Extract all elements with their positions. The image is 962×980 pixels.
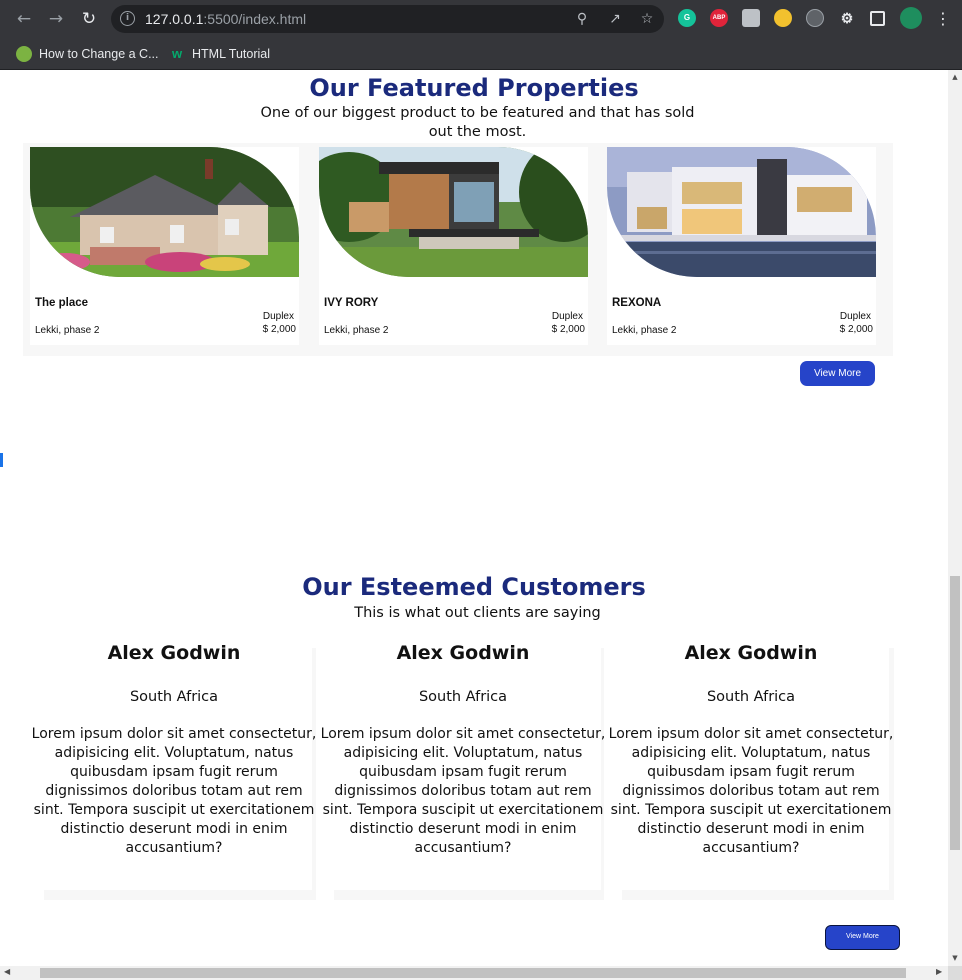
url-host: 127.0.0.1 <box>145 11 204 27</box>
scroll-down-icon[interactable]: ▼ <box>951 954 959 962</box>
customer-country: South Africa <box>706 689 796 705</box>
shield-extension-icon[interactable] <box>742 9 760 27</box>
scroll-left-icon[interactable]: ◀ <box>4 967 10 976</box>
property-price: $ 2,000 <box>262 324 296 335</box>
customer-name: Alex Godwin <box>684 642 818 664</box>
property-location: Lekki, phase 2 <box>324 325 389 336</box>
testimonial-text: Lorem ipsum dolor sit amet consectetur, … <box>31 726 317 856</box>
bookmark-star-icon[interactable]: ☆ <box>638 10 656 28</box>
site-info-icon[interactable]: i <box>120 11 135 26</box>
url-path: :5500/index.html <box>203 11 307 27</box>
customers-subtitle: This is what out clients are saying <box>354 605 601 621</box>
address-bar[interactable]: i 127.0.0.1:5500/index.html ⚲ ↗ ☆ <box>111 5 664 33</box>
customers-title: Our Esteemed Customers <box>302 573 646 601</box>
adblock-extension-icon[interactable]: ABP <box>710 9 728 27</box>
kebab-menu-icon[interactable]: ⋮ <box>932 8 954 30</box>
testimonial-text: Lorem ipsum dolor sit amet consectetur, … <box>608 726 894 856</box>
testimonial-card: Alex Godwin South Africa Lorem ipsum dol… <box>32 640 316 890</box>
testimonial-card: Alex Godwin South Africa Lorem ipsum dol… <box>321 640 605 890</box>
property-location: Lekki, phase 2 <box>612 325 677 336</box>
property-type: Duplex <box>839 311 871 322</box>
property-type: Duplex <box>551 311 583 322</box>
testimonial-card: Alex Godwin South Africa Lorem ipsum dol… <box>609 640 893 890</box>
featured-title: Our Featured Properties <box>309 74 639 102</box>
view-more-properties-button[interactable]: View More <box>800 361 875 386</box>
customer-name: Alex Godwin <box>396 642 530 664</box>
testimonial-text: Lorem ipsum dolor sit amet consectetur, … <box>320 726 606 856</box>
bookmark-label: How to Change a C... <box>39 47 159 61</box>
scrollbar-corner <box>948 966 962 980</box>
property-price: $ 2,000 <box>551 324 585 335</box>
property-price: $ 2,000 <box>839 324 873 335</box>
scroll-right-icon[interactable]: ▶ <box>936 967 942 976</box>
address-url[interactable]: 127.0.0.1:5500/index.html <box>145 11 306 27</box>
page-viewport: Our Featured Properties One of our bigge… <box>0 70 948 966</box>
customer-country: South Africa <box>129 689 219 705</box>
grammarly-extension-icon[interactable]: G <box>678 9 696 27</box>
property-location: Lekki, phase 2 <box>35 325 100 336</box>
edge-indicator <box>0 453 3 467</box>
bookmark-label: HTML Tutorial <box>192 47 271 61</box>
back-icon[interactable]: ← <box>13 8 35 30</box>
property-card[interactable]: The place Duplex Lekki, phase 2 $ 2,000 <box>30 147 299 345</box>
bookmark-item[interactable]: w HTML Tutorial <box>169 44 270 64</box>
property-image <box>319 147 588 277</box>
property-name: The place <box>35 297 89 309</box>
property-name: IVY RORY <box>324 297 379 309</box>
property-name: REXONA <box>612 297 662 309</box>
featured-subtitle: One of our biggest product to be feature… <box>260 105 695 140</box>
horizontal-scrollbar[interactable]: ◀ ▶ <box>0 966 948 980</box>
property-type: Duplex <box>262 311 294 322</box>
view-more-customers-button[interactable]: View More <box>825 925 900 950</box>
property-image <box>30 147 299 277</box>
property-image <box>607 147 876 277</box>
property-card[interactable]: IVY RORY Duplex Lekki, phase 2 $ 2,000 <box>319 147 588 345</box>
forward-icon[interactable]: → <box>45 8 67 30</box>
profile-avatar-icon[interactable] <box>900 7 922 29</box>
property-card[interactable]: REXONA Duplex Lekki, phase 2 $ 2,000 <box>607 147 876 345</box>
bookmark-item[interactable]: How to Change a C... <box>16 44 159 64</box>
vertical-scroll-thumb[interactable] <box>950 576 960 850</box>
share-icon[interactable]: ↗ <box>606 10 624 28</box>
browser-toolbar: ← → ↻ i 127.0.0.1:5500/index.html ⚲ ↗ ☆ … <box>0 0 962 38</box>
customer-country: South Africa <box>418 689 508 705</box>
side-panel-icon[interactable] <box>870 11 885 26</box>
reload-icon[interactable]: ↻ <box>78 8 100 30</box>
extensions-puzzle-icon[interactable]: ⚙ <box>838 9 856 27</box>
w3schools-favicon-icon: w <box>171 46 183 61</box>
zoom-icon[interactable]: ⚲ <box>573 10 591 28</box>
analytics-extension-icon[interactable] <box>806 9 824 27</box>
color-extension-icon[interactable] <box>774 9 792 27</box>
vertical-scrollbar[interactable]: ▲ ▼ <box>948 70 962 966</box>
customer-name: Alex Godwin <box>107 642 241 664</box>
bookmarks-bar: How to Change a C... w HTML Tutorial <box>0 38 962 70</box>
bookmark-favicon-icon <box>16 46 32 62</box>
scroll-up-icon[interactable]: ▲ <box>951 73 959 81</box>
horizontal-scroll-thumb[interactable] <box>40 968 906 978</box>
browser-chrome: ← → ↻ i 127.0.0.1:5500/index.html ⚲ ↗ ☆ … <box>0 0 962 70</box>
